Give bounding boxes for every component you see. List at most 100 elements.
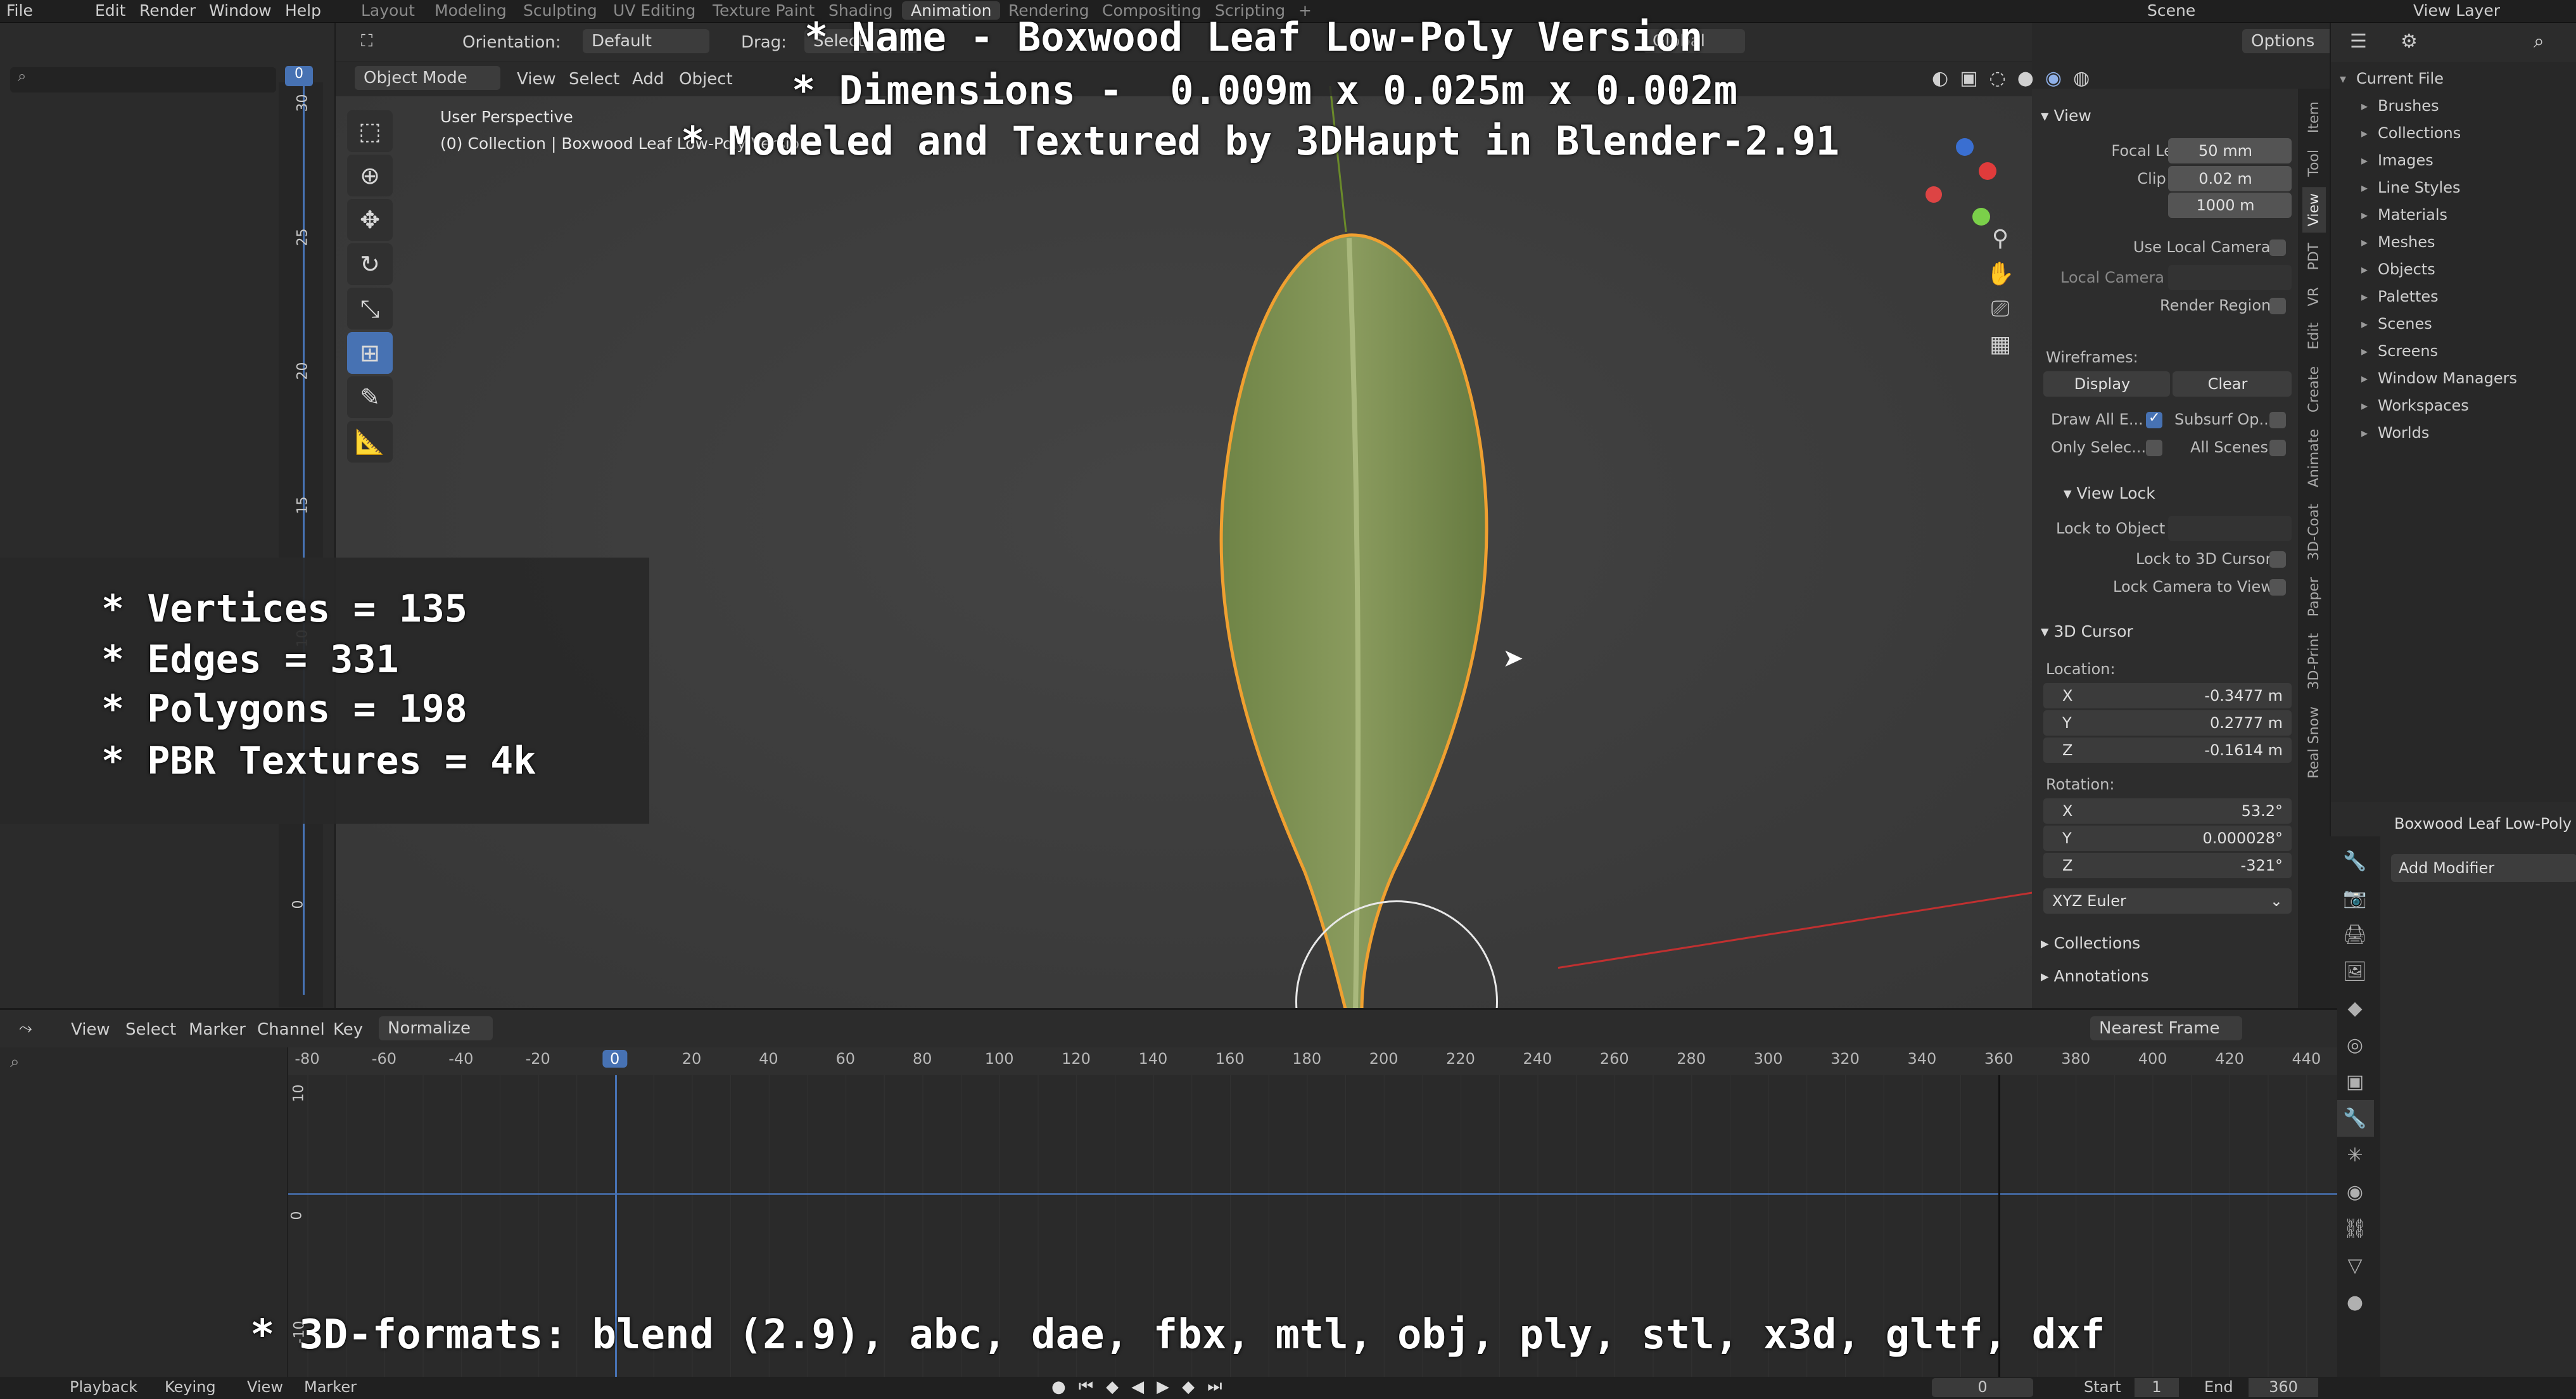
sidebar-tab-edit[interactable]: Edit <box>2302 316 2326 356</box>
rendered-shading-icon[interactable]: ◍ <box>2073 67 2090 89</box>
menu-view[interactable]: View <box>517 70 556 89</box>
current-frame-field[interactable]: 0 <box>1932 1378 2033 1397</box>
rotation-x-field[interactable]: X 53.2° <box>2043 798 2292 824</box>
scene-selector[interactable]: Scene <box>2147 1 2195 20</box>
only-selected-checkbox[interactable] <box>2146 440 2162 456</box>
draw-all-edges-checkbox[interactable] <box>2146 410 2162 428</box>
outliner-item[interactable]: ▸ Workspaces <box>2361 392 2574 419</box>
location-z-field[interactable]: Z -0.1614 m <box>2043 738 2292 763</box>
mode-dropdown[interactable]: Object Mode <box>355 66 500 90</box>
material-shading-icon[interactable]: ◉ <box>2045 67 2062 89</box>
view-layer-tab-icon[interactable]: 🖼 <box>2336 953 2374 990</box>
menu-help[interactable]: Help <box>285 1 321 20</box>
material-tab-icon[interactable]: ● <box>2336 1284 2374 1320</box>
clip-end-field[interactable]: 1000 m <box>2168 193 2292 218</box>
sidebar-tab-pdt[interactable]: PDT <box>2302 236 2326 277</box>
view-section-header[interactable]: ▾ View <box>2041 101 2091 129</box>
3d-cursor-section-header[interactable]: ▾ 3D Cursor <box>2041 617 2133 645</box>
constraints-tab-icon[interactable]: ⛓ <box>2336 1210 2374 1247</box>
cursor-tool-icon[interactable]: ⊕ <box>347 155 393 196</box>
start-frame-field[interactable]: 1 <box>2135 1378 2179 1397</box>
menu-window[interactable]: Window <box>209 1 272 20</box>
focal-length-field[interactable]: 50 mm <box>2168 138 2292 163</box>
end-frame-field[interactable]: 360 <box>2249 1378 2318 1397</box>
transform-tool-icon[interactable]: ⊞ <box>347 332 393 374</box>
search-icon[interactable]: ⌕ <box>10 67 276 93</box>
menu-channel[interactable]: Channel <box>257 1020 325 1039</box>
collections-section-header[interactable]: ▸ Collections <box>2041 929 2140 957</box>
add-modifier-button[interactable]: Add Modifier <box>2391 854 2576 882</box>
navigation-gizmo[interactable] <box>1926 131 1996 226</box>
xray-icon[interactable]: ▣ <box>1960 67 1977 89</box>
menu-key[interactable]: Key <box>333 1020 363 1039</box>
snap-dropdown[interactable]: Nearest Frame <box>2090 1016 2242 1040</box>
sidebar-tab-animate[interactable]: Animate <box>2302 423 2326 494</box>
outliner-item[interactable]: ▸ Palettes <box>2361 283 2574 310</box>
lock-camera-checkbox[interactable] <box>2269 579 2286 596</box>
jump-end-icon[interactable]: ⏭ <box>1207 1377 1222 1396</box>
search-icon[interactable]: ⌕ <box>10 1052 20 1072</box>
editor-type-icon[interactable]: ☰ <box>2350 30 2367 53</box>
menu-playback[interactable]: Playback <box>70 1378 137 1396</box>
rotation-z-field[interactable]: Z -321° <box>2043 853 2292 878</box>
sidebar-tab-3d-print[interactable]: 3D-Print <box>2302 627 2326 696</box>
outliner-item[interactable]: ▸ Window Managers <box>2361 364 2574 392</box>
output-tab-icon[interactable]: 🖨 <box>2336 916 2374 953</box>
menu-keying[interactable]: Keying <box>165 1378 216 1396</box>
annotate-tool-icon[interactable]: ✎ <box>347 376 393 418</box>
location-x-field[interactable]: X -0.3477 m <box>2043 683 2292 708</box>
outliner-item[interactable]: ▸ Brushes <box>2361 92 2574 119</box>
pan-hand-icon[interactable]: ✋ <box>1986 260 2015 287</box>
sidebar-tab-paper[interactable]: Paper <box>2302 571 2326 623</box>
tab-uv-editing[interactable]: UV Editing <box>613 1 695 20</box>
normalize-toggle[interactable]: Normalize <box>379 1016 493 1040</box>
menu-select[interactable]: Select <box>125 1020 176 1039</box>
orientation-dropdown[interactable]: Default <box>583 29 709 53</box>
sidebar-tab-view[interactable]: View <box>2302 186 2326 233</box>
editor-type-icon[interactable]: ⛶ <box>361 32 372 51</box>
sidebar-tab-vr[interactable]: VR <box>2302 281 2326 312</box>
outliner-item[interactable]: ▸ Images <box>2361 146 2574 174</box>
menu-render[interactable]: Render <box>139 1 196 20</box>
wireframe-shading-icon[interactable]: ◌ <box>1989 67 2006 89</box>
tab-sculpting[interactable]: Sculpting <box>523 1 597 20</box>
solid-shading-icon[interactable]: ● <box>2017 67 2034 89</box>
world-tab-icon[interactable]: ◎ <box>2336 1026 2374 1063</box>
particles-tab-icon[interactable]: ✳ <box>2336 1137 2374 1173</box>
view-layer-selector[interactable]: View Layer <box>2413 1 2500 20</box>
outliner-item[interactable]: ▸ Worlds <box>2361 419 2574 446</box>
menu-object[interactable]: Object <box>679 70 733 89</box>
outliner-item[interactable]: ▸ Objects <box>2361 255 2574 283</box>
3d-viewport[interactable]: ⚲ ✋ ⎚ ▦ ➤ <box>336 23 2034 1103</box>
outliner-item[interactable]: ▸ Line Styles <box>2361 174 2574 201</box>
overlay-icon[interactable]: ◐ <box>1932 67 1948 89</box>
menu-edit[interactable]: Edit <box>95 1 125 20</box>
outliner-item[interactable]: ▸ Materials <box>2361 201 2574 228</box>
frame-ruler[interactable]: -80 -60 -40 -20 0 20 40 60 80 100 120 140 160 180 200 2… <box>288 1047 2337 1075</box>
camera-icon[interactable]: ⎚ <box>1991 296 2010 323</box>
lock-to-object-field[interactable] <box>2168 516 2292 541</box>
scene-tab-icon[interactable]: ◆ <box>2336 990 2374 1026</box>
tab-layout[interactable]: Layout <box>361 1 415 20</box>
lock-to-cursor-checkbox[interactable] <box>2269 551 2286 568</box>
menu-marker[interactable]: Marker <box>304 1378 357 1396</box>
menu-marker[interactable]: Marker <box>189 1020 246 1039</box>
move-tool-icon[interactable]: ✥ <box>347 199 393 241</box>
use-local-camera-checkbox[interactable] <box>2269 240 2286 256</box>
play-reverse-icon[interactable]: ◀ <box>1131 1377 1144 1396</box>
sidebar-tab-tool[interactable]: Tool <box>2302 143 2326 183</box>
rotation-mode-dropdown[interactable]: XYZ Euler ⌄ <box>2043 888 2292 914</box>
tab-modeling[interactable]: Modeling <box>435 1 507 20</box>
menu-view[interactable]: View <box>247 1378 283 1396</box>
outliner-item[interactable]: ▸ Collections <box>2361 119 2574 146</box>
location-y-field[interactable]: Y 0.2777 m <box>2043 710 2292 736</box>
menu-add[interactable]: Add <box>632 70 664 89</box>
measure-tool-icon[interactable]: 📐 <box>347 421 393 463</box>
tool-tab-icon[interactable]: 🔧 <box>2336 843 2374 879</box>
menu-select[interactable]: Select <box>569 70 619 89</box>
object-tab-icon[interactable]: ▣ <box>2336 1063 2374 1100</box>
outliner-root[interactable]: ▾ Current File <box>2340 65 2574 92</box>
render-region-checkbox[interactable] <box>2269 298 2286 314</box>
tab-texture-paint[interactable]: Texture Paint <box>713 1 815 20</box>
data-tab-icon[interactable]: ▽ <box>2336 1247 2374 1284</box>
